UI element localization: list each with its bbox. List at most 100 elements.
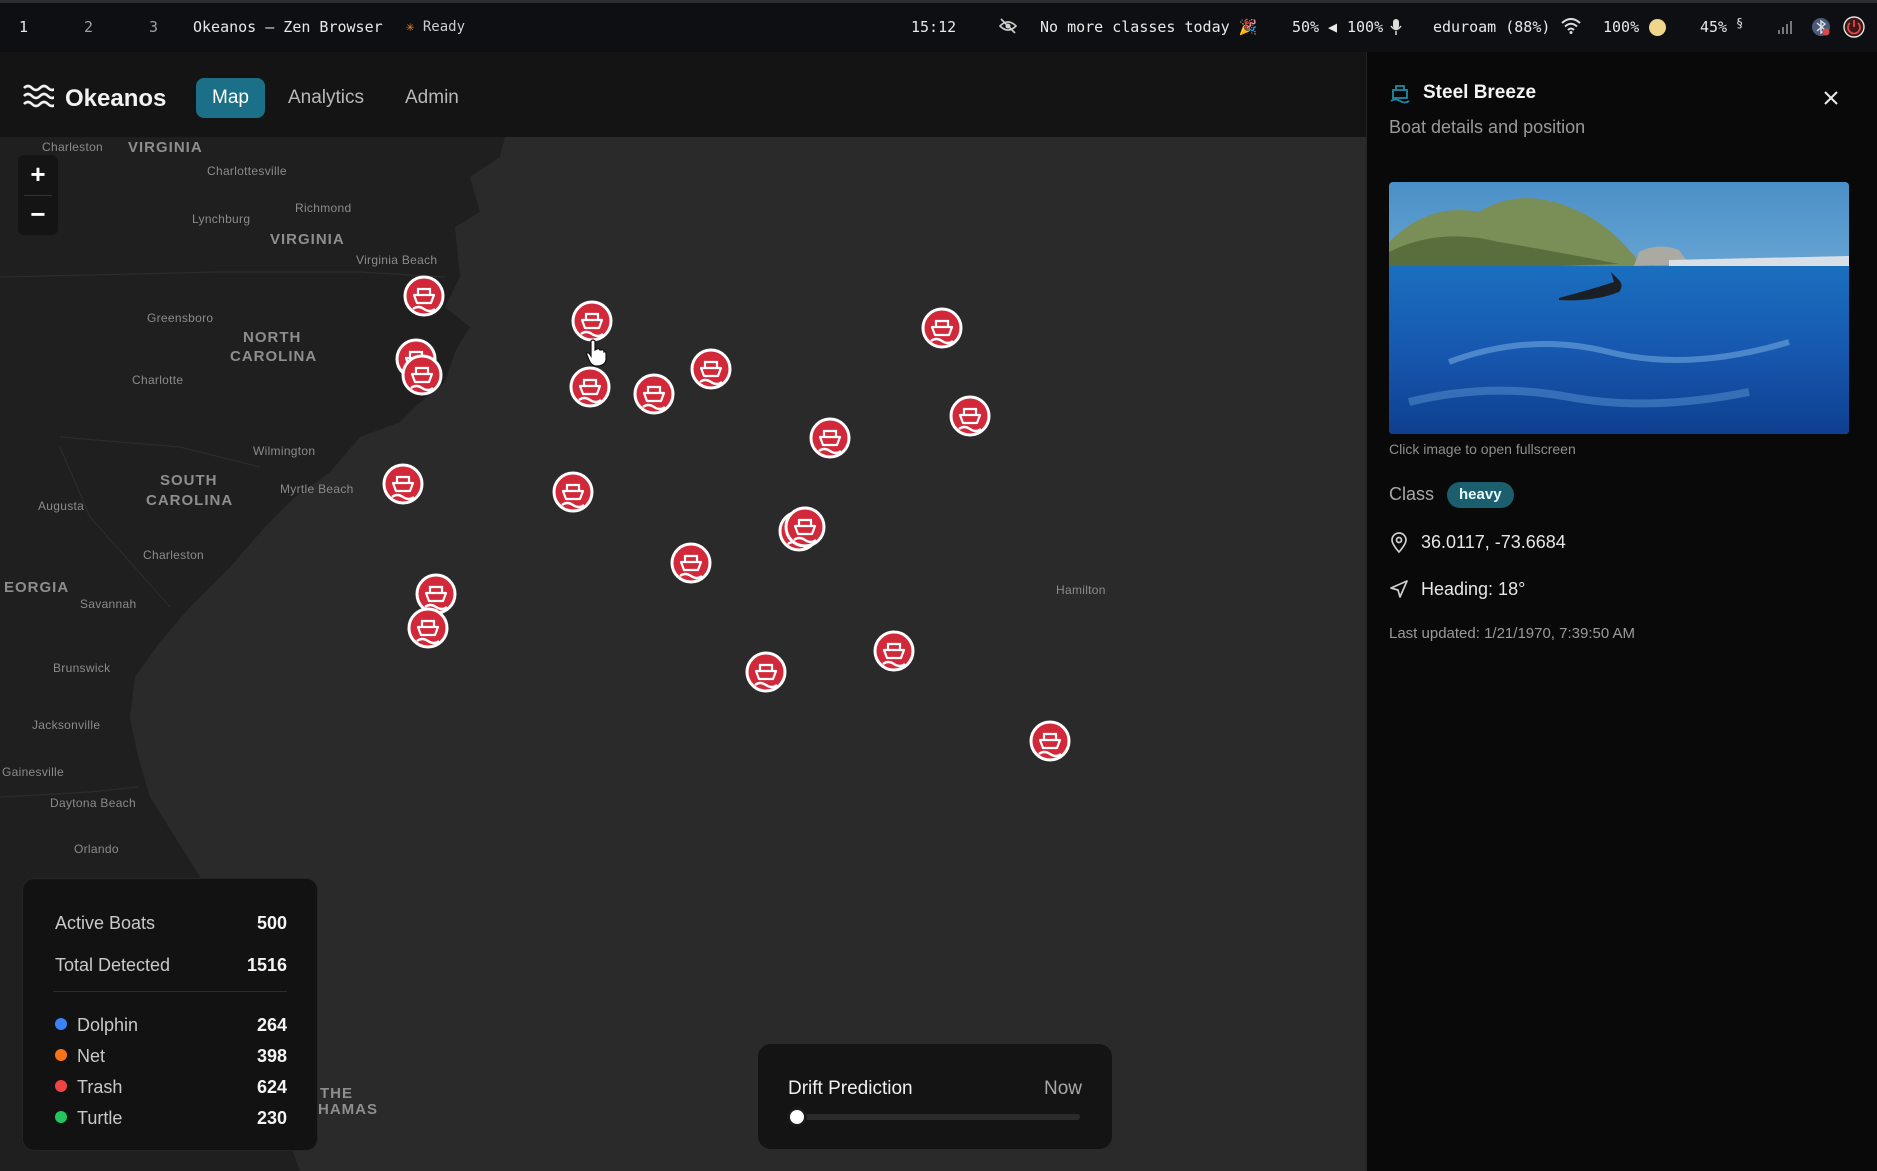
- net-dot-icon: [55, 1049, 67, 1061]
- map-label-city: Savannah: [80, 597, 137, 611]
- map-label-city: Charlotte: [132, 373, 184, 387]
- tab-analytics[interactable]: Analytics: [272, 78, 380, 118]
- map-label-state: CAROLINA: [146, 492, 234, 509]
- bluetooth-icon[interactable]: [1811, 17, 1831, 37]
- map-label-city: Hamilton: [1056, 583, 1106, 597]
- category-label: Dolphin: [77, 1015, 139, 1035]
- map-label-state: CAROLINA: [230, 348, 318, 365]
- workspace-2[interactable]: 2: [84, 18, 93, 36]
- trash-dot-icon: [55, 1080, 67, 1092]
- boat-marker-icon[interactable]: [1027, 719, 1073, 765]
- app-header: Okeanos Map Analytics Admin: [0, 52, 1366, 137]
- map-label-city: Gainesville: [2, 765, 64, 779]
- drift-slider-track[interactable]: [796, 1114, 1080, 1120]
- drift-slider-handle[interactable]: [787, 1107, 807, 1127]
- map-view[interactable]: Charleston VIRGINIA Charlottesville Lync…: [0, 137, 1366, 1171]
- coordinates-value: 36.0117, -73.6684: [1421, 532, 1566, 552]
- battery-level[interactable]: 100%: [1603, 18, 1639, 36]
- map-label-state: EORGIA: [4, 579, 70, 596]
- map-label-city: Myrtle Beach: [280, 482, 354, 496]
- active-boats-label: Active Boats: [55, 913, 156, 933]
- category-value: 230: [256, 1108, 287, 1128]
- image-caption: Click image to open fullscreen: [1389, 441, 1576, 457]
- microphone-icon: [1390, 19, 1402, 35]
- boat-name: Steel Breeze: [1423, 82, 1537, 103]
- mic-level[interactable]: 100%: [1347, 18, 1383, 36]
- boat-marker-icon[interactable]: [743, 650, 789, 696]
- ship-icon: [1390, 85, 1410, 104]
- status-indicator: ✳ Ready: [406, 19, 466, 35]
- power-icon[interactable]: [1843, 16, 1865, 38]
- clock: 15:12: [911, 18, 957, 36]
- brightness-level[interactable]: 45%: [1700, 18, 1727, 36]
- category-row-turtle: Turtle 230: [55, 1108, 287, 1129]
- boat-camera-image[interactable]: [1389, 182, 1849, 434]
- boat-marker-icon[interactable]: [947, 394, 993, 440]
- category-label: Net: [77, 1046, 106, 1066]
- map-label-city: Greensboro: [147, 311, 214, 325]
- app-logo-text[interactable]: Okeanos: [65, 85, 166, 113]
- battery-icon: [1649, 19, 1666, 36]
- total-detected-row: Total Detected 1516: [55, 955, 287, 976]
- class-badge: heavy: [1447, 482, 1514, 508]
- map-label-city: Orlando: [74, 842, 119, 856]
- total-detected-label: Total Detected: [55, 955, 171, 975]
- close-icon[interactable]: [1821, 88, 1841, 108]
- map-label-state: NORTH: [243, 329, 302, 346]
- map-label-city: Daytona Beach: [50, 796, 136, 810]
- heading-value: Heading: 18°: [1421, 579, 1526, 599]
- boat-marker-icon[interactable]: [688, 347, 734, 393]
- boat-marker-icon[interactable]: [919, 306, 965, 352]
- category-value: 398: [256, 1046, 287, 1066]
- turtle-dot-icon: [55, 1111, 67, 1123]
- boat-marker-icon[interactable]: [550, 470, 596, 516]
- dolphin-dot-icon: [55, 1018, 67, 1030]
- category-row-dolphin: Dolphin 264: [55, 1015, 287, 1036]
- drift-prediction-panel: Drift Prediction Now: [757, 1043, 1113, 1150]
- tab-map[interactable]: Map: [196, 78, 265, 118]
- boat-marker-icon[interactable]: [399, 353, 445, 399]
- calendar-status: No more classes today 🎉: [1040, 18, 1258, 36]
- map-label-city: Jacksonville: [32, 718, 101, 732]
- map-label-state: HAMAS: [318, 1101, 378, 1118]
- class-label: Class: [1389, 484, 1435, 504]
- speaker-icon: ◀: [1328, 18, 1338, 36]
- map-label-city: Augusta: [38, 499, 85, 513]
- network-name[interactable]: eduroam (88%): [1433, 18, 1550, 36]
- map-label-state: VIRGINIA: [270, 231, 345, 248]
- tab-admin[interactable]: Admin: [389, 78, 475, 118]
- boat-marker-icon[interactable]: [871, 629, 917, 675]
- eye-off-icon[interactable]: [998, 17, 1018, 35]
- boat-marker-icon[interactable]: [405, 606, 451, 652]
- map-label-city: Brunswick: [53, 661, 111, 675]
- workspace-3[interactable]: 3: [149, 18, 158, 36]
- zoom-out-button[interactable]: −: [18, 195, 58, 235]
- map-label-state: SOUTH: [160, 472, 218, 489]
- hand-cursor-icon: [586, 339, 607, 367]
- spinner-icon: ✳: [406, 19, 415, 35]
- map-label-state: THE: [320, 1085, 353, 1102]
- map-label-city: Richmond: [295, 201, 352, 215]
- map-label-city: Wilmington: [253, 444, 316, 458]
- category-row-net: Net 398: [55, 1046, 287, 1067]
- boat-marker-icon[interactable]: [380, 462, 426, 508]
- category-label: Turtle: [77, 1108, 123, 1128]
- boat-marker-icon[interactable]: [668, 541, 714, 587]
- volume-level[interactable]: 50%: [1292, 18, 1319, 36]
- total-detected-value: 1516: [246, 955, 287, 975]
- last-updated: Last updated: 1/21/1970, 7:39:50 AM: [1389, 625, 1636, 642]
- boat-marker-icon[interactable]: [401, 274, 447, 320]
- boat-marker-icon[interactable]: [567, 365, 613, 411]
- boat-marker-icon[interactable]: [782, 505, 828, 551]
- category-value: 264: [256, 1015, 287, 1035]
- boat-details-panel: Steel Breeze Boat details and position C…: [1366, 52, 1877, 1171]
- zoom-in-button[interactable]: +: [18, 155, 58, 195]
- workspace-1[interactable]: 1: [19, 18, 28, 36]
- boat-marker-icon[interactable]: [807, 416, 853, 462]
- waves-icon: [23, 84, 54, 108]
- map-label-city: Charleston: [143, 548, 205, 562]
- boat-marker-icon[interactable]: [631, 372, 677, 418]
- category-row-trash: Trash 624: [55, 1077, 287, 1098]
- category-label: Trash: [77, 1077, 123, 1097]
- map-label-city: Charlottesville: [207, 164, 287, 178]
